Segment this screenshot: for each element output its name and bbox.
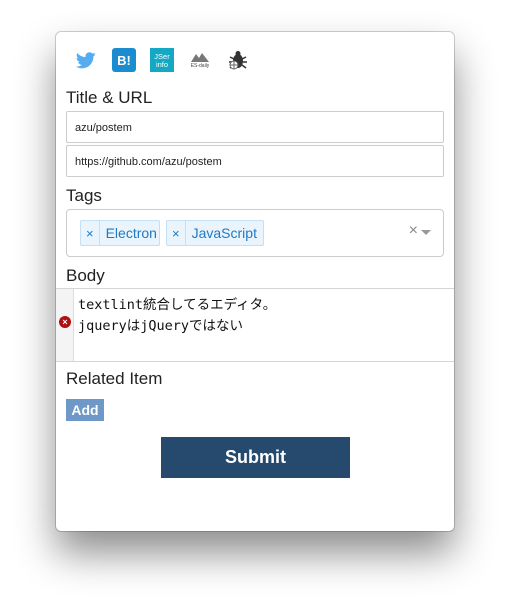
tag-label: Electron (105, 225, 157, 241)
editor-gutter: × (56, 289, 74, 361)
clear-tags-icon[interactable]: × (409, 222, 418, 240)
service-toolbar: B! JSer info ES-daily (74, 48, 264, 72)
submit-button[interactable]: Submit (161, 437, 350, 478)
editor-line-1: textlint統合してるエディタ。 (78, 297, 277, 313)
tag-electron: × Electron (80, 220, 160, 246)
tag-remove-button[interactable]: × (81, 221, 100, 245)
title-url-label: Title & URL (66, 88, 153, 107)
title-input[interactable]: azu/postem (66, 111, 444, 143)
add-related-button[interactable]: Add (66, 399, 104, 421)
body-label: Body (66, 266, 105, 285)
tag-javascript: × JavaScript (166, 220, 264, 246)
tags-label: Tags (66, 186, 102, 205)
editor-line-2: jqueryはjQueryではない (78, 318, 244, 334)
url-input[interactable]: https://github.com/azu/postem (66, 145, 444, 177)
es-daily-icon[interactable]: ES-daily (188, 48, 212, 72)
tags-select[interactable]: × Electron × JavaScript × (66, 209, 444, 257)
twitter-icon[interactable] (74, 48, 98, 72)
debug-bug-icon[interactable] (226, 48, 250, 72)
tag-label: JavaScript (191, 225, 257, 241)
hatena-bookmark-icon[interactable]: B! (112, 48, 136, 72)
chevron-down-icon[interactable] (421, 230, 431, 235)
jser-info-icon[interactable]: JSer info (150, 48, 174, 72)
body-editor[interactable]: × textlint統合してるエディタ。 jqueryはjQueryではない (56, 288, 454, 362)
related-item-label: Related Item (66, 369, 163, 388)
app-window: B! JSer info ES-daily Title & URL azu/po… (56, 32, 454, 531)
lint-error-icon[interactable]: × (59, 316, 71, 328)
tag-remove-button[interactable]: × (167, 221, 186, 245)
